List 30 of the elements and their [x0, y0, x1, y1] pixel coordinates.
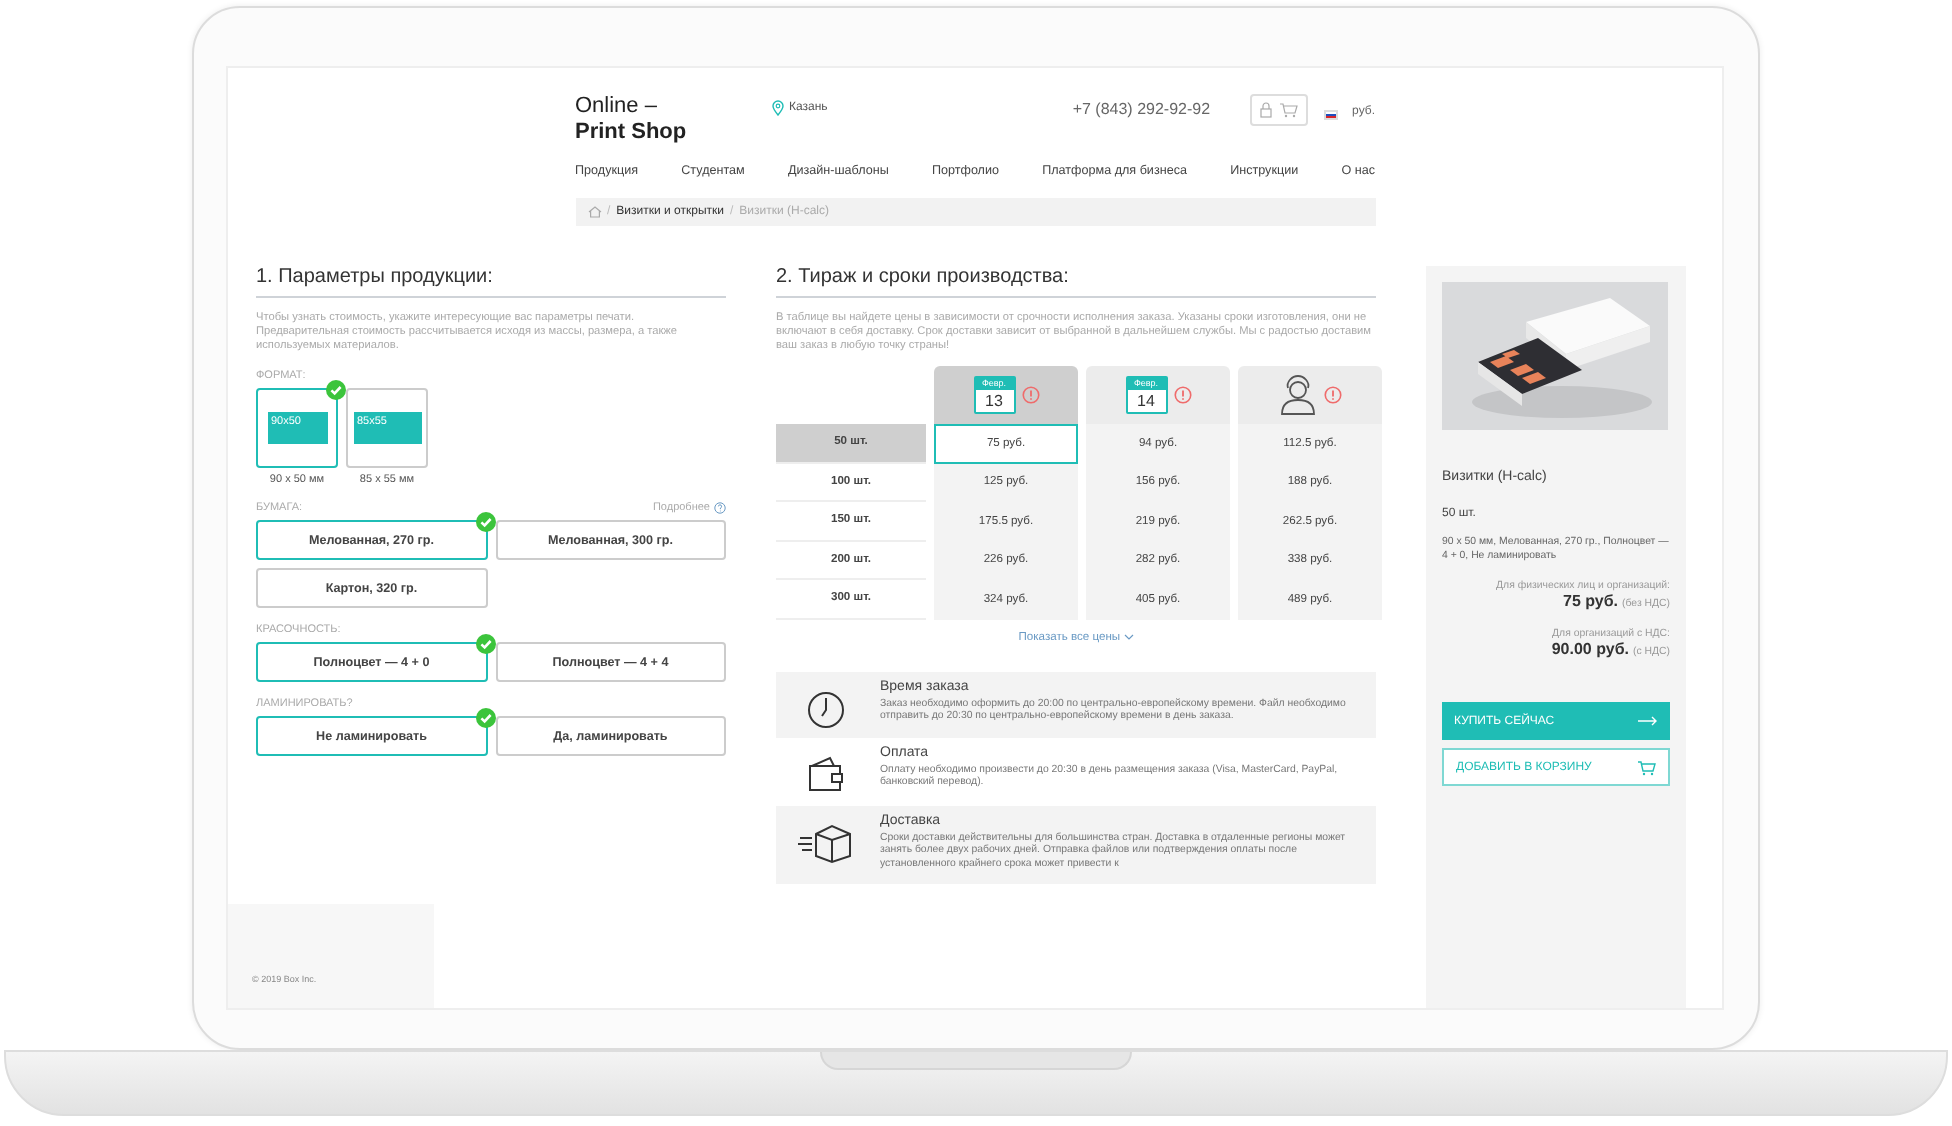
cart-icon — [1638, 759, 1656, 775]
flag-icon[interactable] — [1324, 110, 1339, 120]
arrow-icon — [1638, 716, 1658, 726]
check-icon — [475, 634, 495, 654]
logo-text: Online – — [575, 94, 659, 120]
check-icon — [475, 708, 495, 728]
lock-icon[interactable] — [1260, 102, 1273, 118]
phone-number: +7 (843) 292-92-92 — [1072, 100, 1211, 118]
alert-icon — [1021, 386, 1039, 404]
help-icon — [714, 502, 726, 514]
section-title: 2. Тираж и сроки производства: — [776, 266, 1376, 298]
wallet-icon — [806, 755, 846, 791]
clock-icon — [806, 689, 846, 729]
location-pin-icon — [771, 100, 783, 116]
person-icon — [1278, 374, 1318, 416]
chevron-down-icon — [1123, 633, 1134, 639]
delivery-box-icon — [798, 823, 854, 863]
check-icon — [475, 512, 495, 532]
price-amount: 90.00 руб. — [1551, 640, 1629, 658]
alert-icon — [1324, 386, 1342, 404]
price-amount: 75 руб. — [1563, 592, 1619, 610]
cart-icon[interactable] — [1280, 102, 1299, 118]
day-label: 14 — [1137, 390, 1155, 412]
alert-icon — [1173, 386, 1191, 404]
logo-text: Print Shop — [575, 120, 689, 146]
section-title: 1. Параметры продукции: — [256, 266, 726, 298]
column-header[interactable] — [1238, 366, 1382, 424]
check-icon — [326, 380, 346, 400]
day-label: 13 — [985, 390, 1003, 412]
home-icon[interactable] — [587, 206, 601, 218]
